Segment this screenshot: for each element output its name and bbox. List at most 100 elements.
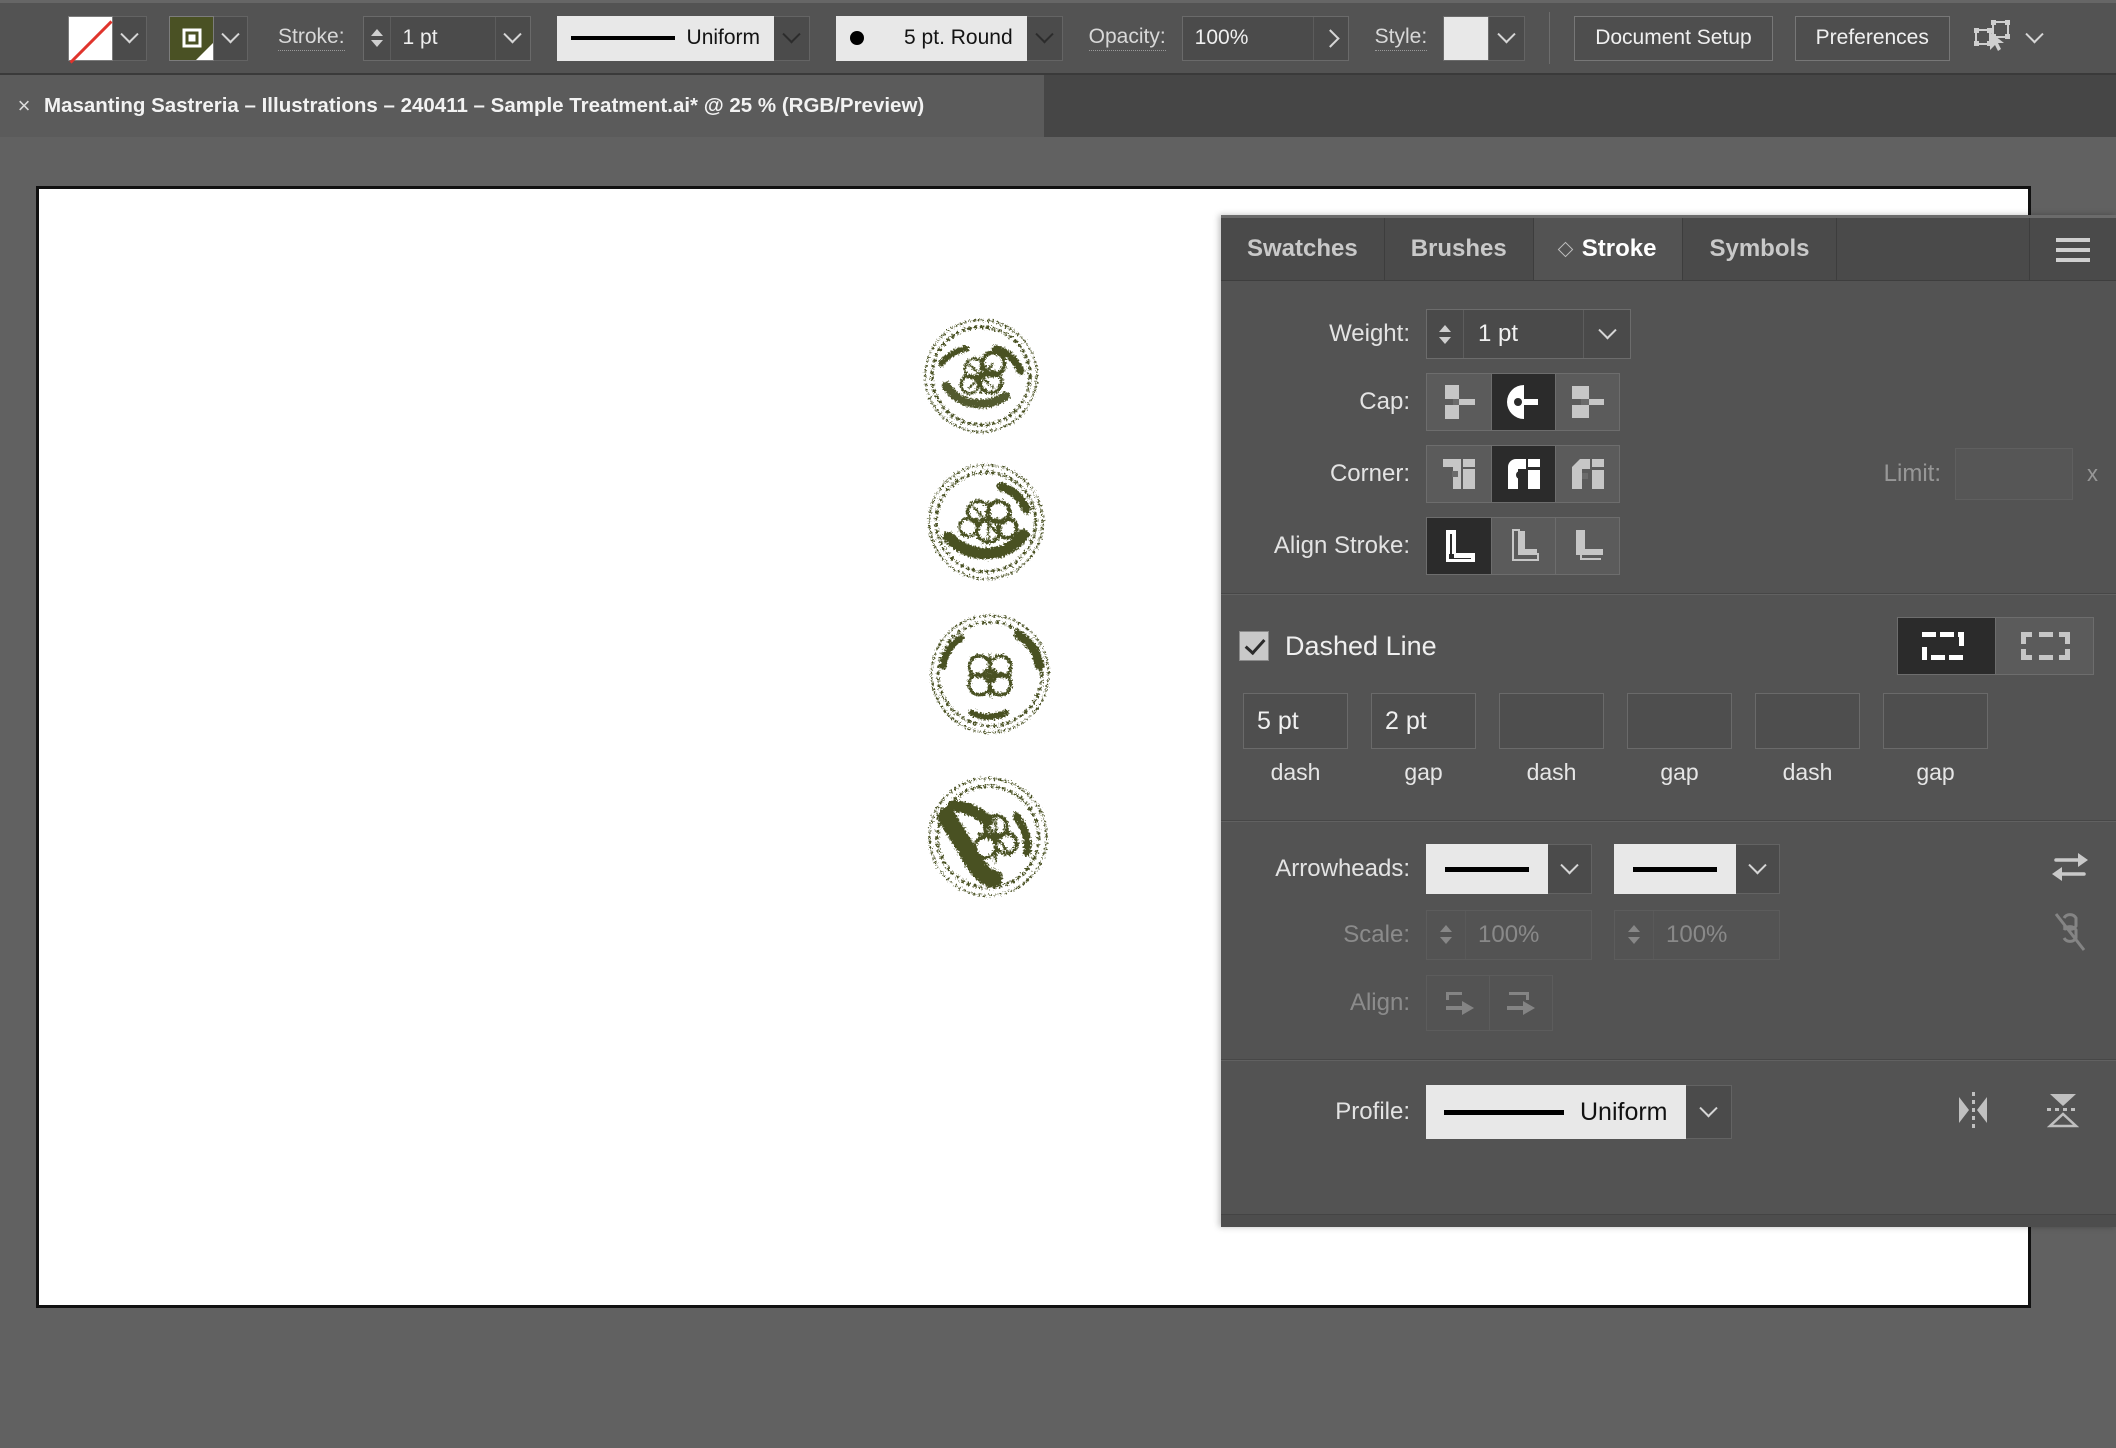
round-join-button[interactable] [1491,446,1555,502]
graphic-style-combo[interactable] [1443,16,1525,61]
floral-medallion-4[interactable] [923,772,1053,902]
round-cap-button[interactable] [1491,374,1555,430]
arrowhead-end-face[interactable] [1614,844,1736,894]
floral-medallion-1[interactable] [919,314,1043,438]
variable-width-profile-face[interactable]: Uniform [557,16,775,61]
gap-input-1[interactable]: 2 pt [1371,693,1476,749]
arrowhead-start-face[interactable] [1426,844,1548,894]
tab-brushes[interactable]: Brushes [1385,218,1534,280]
arrowhead-end-combo[interactable] [1614,844,1780,894]
dashed-line-checkbox[interactable] [1239,631,1269,661]
weight-stepper-arrows[interactable] [1427,310,1464,358]
limit-input[interactable] [1955,448,2073,500]
panel-menu-icon[interactable] [2030,218,2116,280]
round-brush-icon [850,31,864,45]
dash-cell-4: gap [1627,693,1732,786]
align-stroke-button-group [1426,517,1620,575]
flip-across-icon[interactable] [2040,1086,2086,1139]
arrowhead-end-dropdown[interactable] [1736,844,1780,894]
dash-input-1[interactable]: 5 pt [1243,693,1348,749]
cap-label: Cap: [1221,388,1426,416]
graphic-style-swatch[interactable] [1443,16,1489,61]
stroke-weight-arrows[interactable] [364,17,391,60]
preserve-exact-dash-gap-button[interactable] [1898,618,1995,674]
chevron-down-icon [221,25,239,43]
stroke-weight-dropdown[interactable] [495,17,530,60]
flip-along-icon[interactable] [1950,1088,1996,1137]
diamond-icon [1557,241,1573,257]
arrowhead-start-dropdown[interactable] [1548,844,1592,894]
floral-medallion-3[interactable] [925,609,1055,739]
scale-end-value: 100% [1654,911,1779,959]
dashed-line-header: Dashed Line [1221,617,2116,675]
stroke-swatch-group[interactable] [169,15,248,61]
arrowheads-row: Arrowheads: [1221,844,2116,894]
chevron-down-icon [1035,25,1053,43]
arrowhead-align-label: Align: [1221,989,1426,1017]
dash-input-2[interactable] [1499,693,1604,749]
stroke-panel[interactable]: Swatches Brushes Stroke Symbols Weight: [1221,215,2116,1227]
opacity-field[interactable]: 100% [1182,16,1349,61]
profile-section: Profile: Uniform [1221,1061,2116,1163]
panel-tab-bar: Swatches Brushes Stroke Symbols [1221,218,2116,281]
close-icon[interactable]: × [10,93,38,119]
profile-face[interactable]: Uniform [1426,1085,1686,1139]
fill-swatch-dropdown[interactable] [113,16,147,61]
brush-definition-face[interactable]: 5 pt. Round [836,16,1027,61]
align-stroke-center-button[interactable] [1427,518,1491,574]
profile-dropdown[interactable] [1686,1085,1732,1139]
projecting-cap-button[interactable] [1555,374,1619,430]
dash-cell-5: dash [1755,693,1860,786]
stroke-swatch[interactable] [169,16,214,61]
tab-stroke[interactable]: Stroke [1534,218,1684,280]
document-setup-button[interactable]: Document Setup [1574,16,1772,61]
dashed-line-section: Dashed Line [1221,595,2116,796]
weight-value[interactable]: 1 pt [1464,310,1583,358]
cap-row: Cap: [1221,373,2116,431]
weight-label: Weight: [1221,320,1426,348]
select-similar-objects-group[interactable] [1974,19,2041,58]
scale-start-value: 100% [1466,911,1591,959]
uniform-profile-icon [1444,1110,1564,1115]
opacity-label[interactable]: Opacity: [1089,25,1166,51]
fill-swatch-none[interactable] [68,16,113,61]
variable-width-profile-dropdown[interactable] [774,16,810,61]
bevel-join-button[interactable] [1555,446,1619,502]
butt-cap-button[interactable] [1427,374,1491,430]
stroke-weight-value[interactable]: 1 pt [391,17,495,60]
document-tab[interactable]: × Masanting Sastreria – Illustrations – … [0,75,1044,137]
fill-swatch-group[interactable] [68,15,147,61]
weight-dropdown[interactable] [1583,310,1630,358]
variable-width-profile-combo[interactable]: Uniform [557,16,811,61]
chevron-down-icon[interactable] [2025,25,2043,43]
profile-combo[interactable]: Uniform [1426,1085,1732,1139]
caret-up-icon [371,29,383,36]
dash-alignment-toggle-group [1897,617,2094,675]
stroke-label[interactable]: Stroke: [278,25,345,51]
gap-input-3[interactable] [1883,693,1988,749]
align-stroke-inside-button[interactable] [1491,518,1555,574]
floral-medallion-2[interactable] [923,459,1049,585]
align-dashes-to-corners-button[interactable] [1995,618,2093,674]
stroke-weight-stepper[interactable]: 1 pt [363,16,531,61]
swap-arrowheads-icon[interactable] [2050,847,2090,892]
align-stroke-outside-button[interactable] [1555,518,1619,574]
dash-input-3[interactable] [1755,693,1860,749]
brush-definition-combo[interactable]: 5 pt. Round [836,16,1063,61]
corner-row: Corner: Limit: x [1221,445,2116,503]
brush-definition-dropdown[interactable] [1027,16,1063,61]
preferences-button[interactable]: Preferences [1795,16,1950,61]
stroke-swatch-dropdown[interactable] [214,16,248,61]
opacity-value[interactable]: 100% [1183,17,1313,60]
arrowhead-start-combo[interactable] [1426,844,1592,894]
dash-gap-fields: 5 pt dash 2 pt gap dash gap dash [1221,675,2116,786]
profile-flip-icons [1950,1086,2086,1139]
opacity-expand-button[interactable] [1313,17,1348,60]
miter-join-button[interactable] [1427,446,1491,502]
tab-symbols[interactable]: Symbols [1683,218,1836,280]
graphic-style-dropdown[interactable] [1489,16,1525,61]
gap-input-2[interactable] [1627,693,1732,749]
weight-stepper[interactable]: 1 pt [1426,309,1631,359]
tab-swatches[interactable]: Swatches [1221,218,1385,280]
align-stroke-row: Align Stroke: [1221,517,2116,575]
